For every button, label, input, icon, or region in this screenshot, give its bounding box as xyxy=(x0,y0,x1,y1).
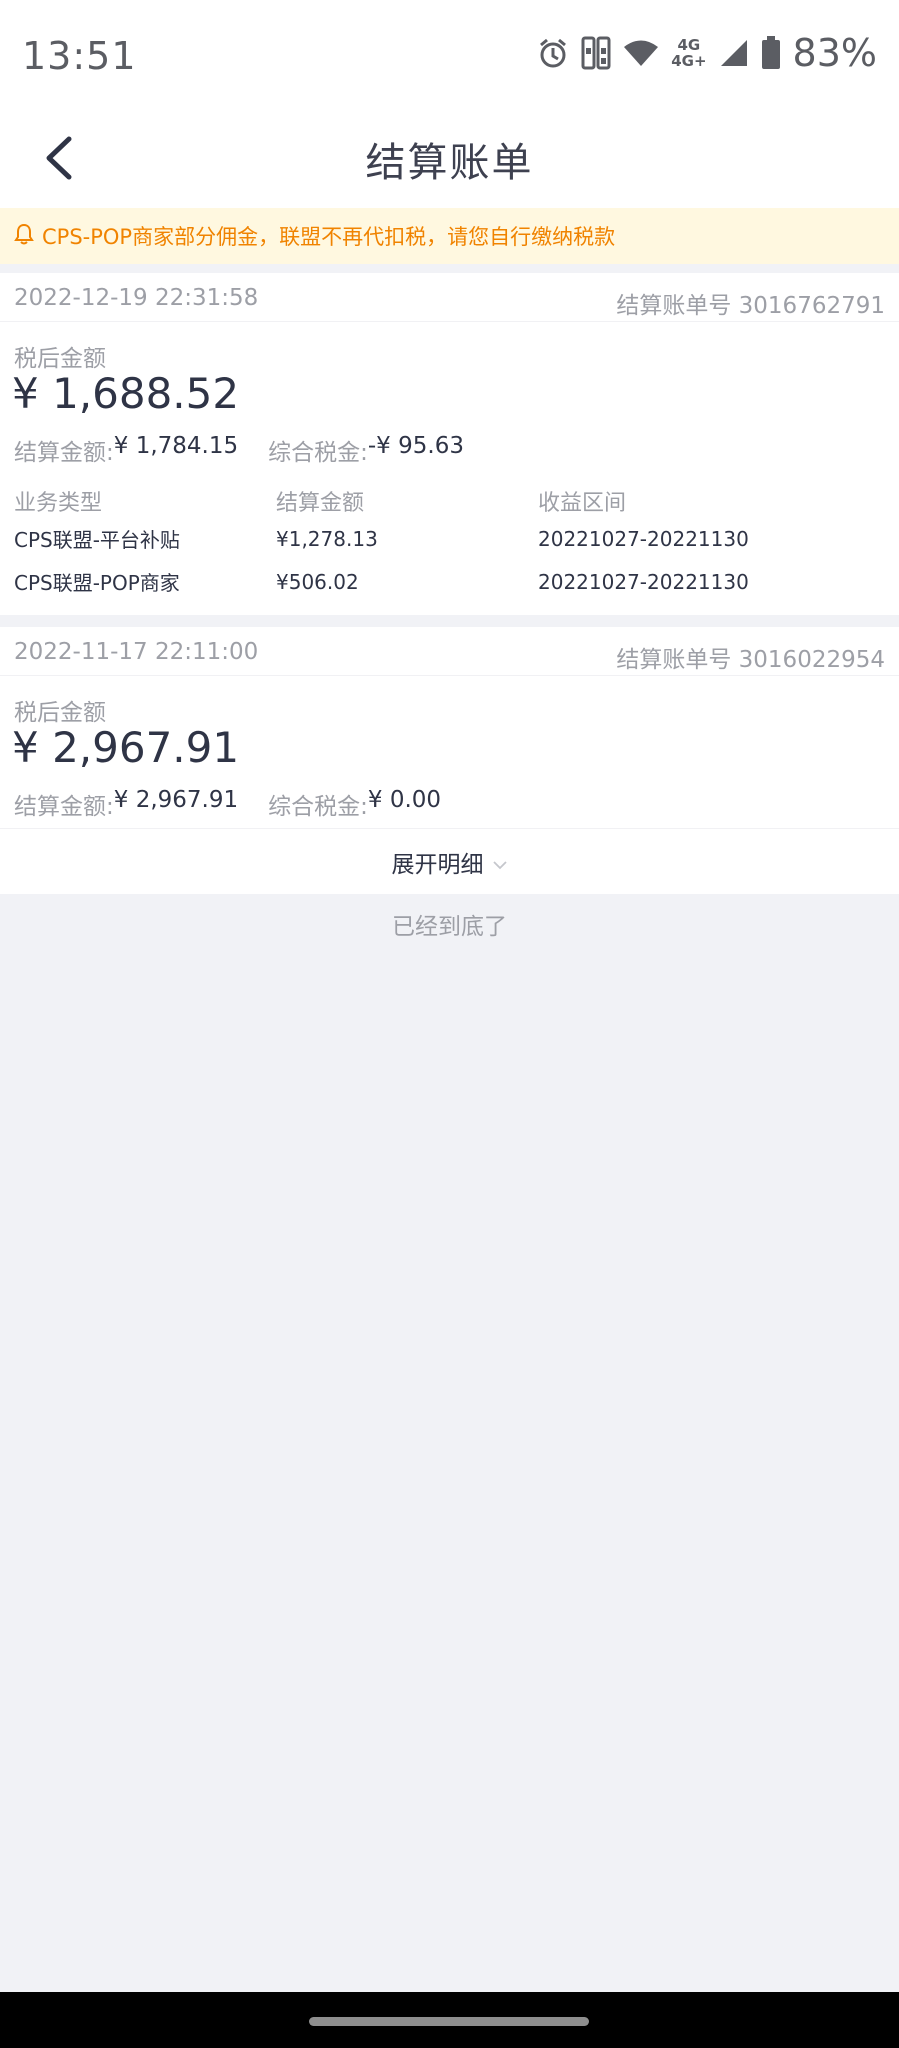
bell-icon xyxy=(14,223,34,249)
column-income-period: 收益区间 xyxy=(538,491,627,516)
cell-settle-amount: ¥506.02 xyxy=(276,569,359,594)
notice-text: CPS-POP商家部分佣金，联盟不再代扣税，请您自行缴纳税款 xyxy=(42,225,616,249)
bill-card: 2022-12-19 22:31:58 结算账单号 3016762791 税后金… xyxy=(0,273,899,615)
nav-bar: 结算账单 xyxy=(0,112,899,208)
column-business-type: 业务类型 xyxy=(14,491,103,516)
cell-income-period: 20221027-20221130 xyxy=(538,569,749,594)
detail-table-header: 业务类型 结算金额 收益区间 xyxy=(14,483,884,517)
bill-date: 2022-12-19 22:31:58 xyxy=(14,285,259,311)
end-of-list-text: 已经到底了 xyxy=(392,914,507,940)
bill-card-header: 2022-11-17 22:11:00 结算账单号 3016022954 xyxy=(0,627,899,676)
detail-table: 业务类型 结算金额 收益区间 CPS联盟-平台补贴 ¥1,278.13 2022… xyxy=(14,483,884,603)
cell-business-type: CPS联盟-POP商家 xyxy=(14,571,180,595)
amount-summary: 结算金额: ¥ 1,784.15 综合税金: -¥ 95.63 xyxy=(14,433,464,467)
bill-date: 2022-11-17 22:11:00 xyxy=(14,639,259,665)
network-top-label: 4G xyxy=(677,36,701,54)
cell-business-type: CPS联盟-平台补贴 xyxy=(14,528,180,552)
battery-icon xyxy=(761,36,781,70)
alarm-icon xyxy=(537,37,569,69)
aftertax-amount: ¥ 1,688.52 xyxy=(12,369,240,418)
home-gesture-handle[interactable] xyxy=(309,2017,589,2026)
bill-card-header: 2022-12-19 22:31:58 结算账单号 3016762791 xyxy=(0,273,899,322)
aftertax-amount: ¥ 2,967.91 xyxy=(12,723,240,772)
table-row: CPS联盟-POP商家 ¥506.02 20221027-20221130 xyxy=(14,560,884,603)
network-bottom-label: 4G+ xyxy=(671,52,707,70)
tax-label: 综合税金: xyxy=(268,440,368,466)
bill-number: 结算账单号 3016022954 xyxy=(616,647,885,673)
cell-settle-amount: ¥1,278.13 xyxy=(276,526,378,551)
status-bar: 13:51 4G 4G+ 83% xyxy=(0,0,899,112)
settle-amount-label: 结算金额: xyxy=(14,440,114,466)
table-row: CPS联盟-平台补贴 ¥1,278.13 20221027-20221130 xyxy=(14,517,884,560)
status-icons: 4G 4G+ 83% xyxy=(537,30,877,76)
aftertax-label: 税后金额 xyxy=(14,700,106,726)
column-settle-amount: 结算金额 xyxy=(276,491,365,516)
settle-amount-label: 结算金额: xyxy=(14,794,114,820)
aftertax-label: 税后金额 xyxy=(14,346,106,372)
bill-number: 结算账单号 3016762791 xyxy=(616,293,885,319)
sim-card-icon xyxy=(581,36,611,70)
tax-label: 综合税金: xyxy=(268,794,368,820)
notice-bar: CPS-POP商家部分佣金，联盟不再代扣税，请您自行缴纳税款 xyxy=(0,208,899,264)
signal-icon xyxy=(719,38,749,68)
wifi-icon xyxy=(623,38,659,68)
settle-amount-value: ¥ 1,784.15 xyxy=(113,433,239,459)
tax-value: -¥ 95.63 xyxy=(367,433,464,459)
gesture-nav-bar xyxy=(0,1992,899,2048)
network-type: 4G 4G+ xyxy=(671,37,706,69)
chevron-down-icon xyxy=(492,855,508,874)
battery-level: 83% xyxy=(792,31,877,75)
expand-details-button[interactable]: 展开明细 xyxy=(0,828,899,894)
bill-card: 2022-11-17 22:11:00 结算账单号 3016022954 税后金… xyxy=(0,627,899,828)
amount-summary: 结算金额: ¥ 2,967.91 综合税金: ¥ 0.00 xyxy=(14,787,441,821)
settle-amount-value: ¥ 2,967.91 xyxy=(113,787,239,813)
status-time: 13:51 xyxy=(22,34,137,78)
cell-income-period: 20221027-20221130 xyxy=(538,526,749,551)
page-title: 结算账单 xyxy=(365,140,534,186)
tax-value: ¥ 0.00 xyxy=(367,787,442,813)
expand-details-label: 展开明细 xyxy=(391,851,484,878)
